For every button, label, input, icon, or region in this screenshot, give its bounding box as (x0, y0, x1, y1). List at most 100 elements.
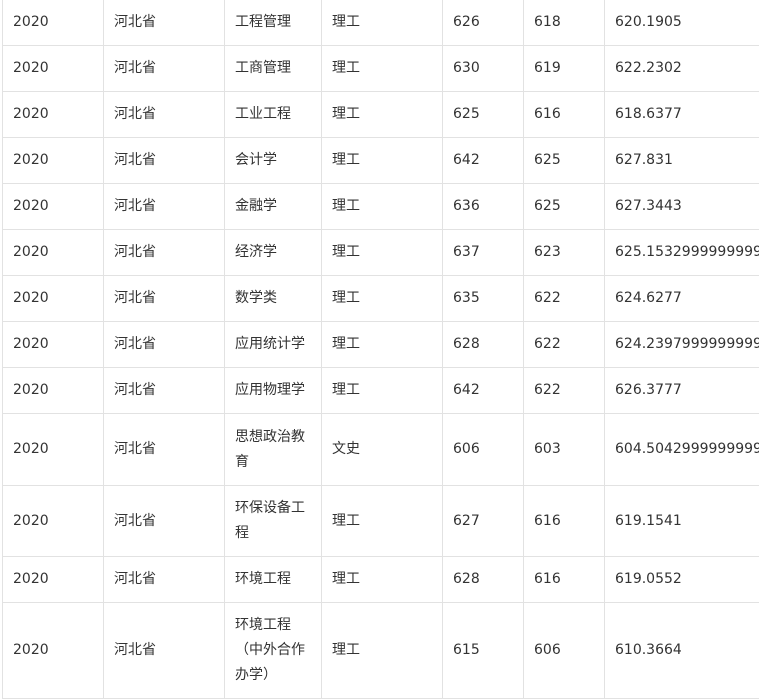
major-cell: 环保设备工程 (224, 485, 322, 557)
table-row: 2020 河北省 环境工程 理工 628 616 619.0552 (2, 556, 759, 603)
major-cell: 应用统计学 (224, 321, 322, 368)
major-cell: 环境工程 (224, 556, 322, 603)
year-cell: 2020 (2, 413, 104, 486)
province-cell: 河北省 (103, 485, 225, 557)
avg-score-cell: 619.1541 (604, 485, 759, 557)
province-cell: 河北省 (103, 367, 225, 414)
min-score-cell: 625 (523, 137, 605, 184)
category-cell: 理工 (321, 45, 443, 92)
avg-score-cell: 610.3664 (604, 602, 759, 699)
category-cell: 理工 (321, 0, 443, 46)
min-score-cell: 625 (523, 183, 605, 230)
max-score-cell: 636 (442, 183, 524, 230)
major-cell: 会计学 (224, 137, 322, 184)
min-score-cell: 606 (523, 602, 605, 699)
min-score-cell: 618 (523, 0, 605, 46)
category-cell: 理工 (321, 229, 443, 276)
min-score-cell: 616 (523, 556, 605, 603)
category-cell: 理工 (321, 137, 443, 184)
avg-score-cell: 626.3777 (604, 367, 759, 414)
province-cell: 河北省 (103, 45, 225, 92)
province-cell: 河北省 (103, 229, 225, 276)
category-cell: 理工 (321, 602, 443, 699)
category-cell: 文史 (321, 413, 443, 486)
max-score-cell: 628 (442, 556, 524, 603)
avg-score-cell: 618.6377 (604, 91, 759, 138)
year-cell: 2020 (2, 485, 104, 557)
table-row: 2020 河北省 工业工程 理工 625 616 618.6377 (2, 91, 759, 138)
min-score-cell: 622 (523, 321, 605, 368)
table-row: 2020 河北省 数学类 理工 635 622 624.6277 (2, 275, 759, 322)
avg-score-cell: 622.2302 (604, 45, 759, 92)
province-cell: 河北省 (103, 137, 225, 184)
province-cell: 河北省 (103, 91, 225, 138)
year-cell: 2020 (2, 275, 104, 322)
major-cell: 思想政治教育 (224, 413, 322, 486)
major-cell: 应用物理学 (224, 367, 322, 414)
year-cell: 2020 (2, 45, 104, 92)
table-row: 2020 河北省 环保设备工程 理工 627 616 619.1541 (2, 485, 759, 557)
avg-score-cell: 627.831 (604, 137, 759, 184)
category-cell: 理工 (321, 275, 443, 322)
major-cell: 工程管理 (224, 0, 322, 46)
province-cell: 河北省 (103, 183, 225, 230)
max-score-cell: 642 (442, 367, 524, 414)
major-cell: 环境工程（中外合作办学） (224, 602, 322, 699)
max-score-cell: 606 (442, 413, 524, 486)
max-score-cell: 635 (442, 275, 524, 322)
year-cell: 2020 (2, 137, 104, 184)
category-cell: 理工 (321, 485, 443, 557)
avg-score-cell: 624.2397999999999 (604, 321, 759, 368)
avg-score-cell: 619.0552 (604, 556, 759, 603)
table-row: 2020 河北省 环境工程（中外合作办学） 理工 615 606 610.366… (2, 602, 759, 699)
major-cell: 经济学 (224, 229, 322, 276)
max-score-cell: 625 (442, 91, 524, 138)
year-cell: 2020 (2, 229, 104, 276)
category-cell: 理工 (321, 556, 443, 603)
avg-score-cell: 620.1905 (604, 0, 759, 46)
max-score-cell: 627 (442, 485, 524, 557)
table-row: 2020 河北省 应用物理学 理工 642 622 626.3777 (2, 367, 759, 414)
major-cell: 数学类 (224, 275, 322, 322)
admission-scores-table: 2020 河北省 工程管理 理工 626 618 620.1905 2020 河… (2, 0, 759, 699)
table-row: 2020 河北省 思想政治教育 文史 606 603 604.504299999… (2, 413, 759, 486)
year-cell: 2020 (2, 183, 104, 230)
category-cell: 理工 (321, 321, 443, 368)
avg-score-cell: 624.6277 (604, 275, 759, 322)
min-score-cell: 623 (523, 229, 605, 276)
province-cell: 河北省 (103, 0, 225, 46)
min-score-cell: 622 (523, 275, 605, 322)
table-row: 2020 河北省 应用统计学 理工 628 622 624.2397999999… (2, 321, 759, 368)
max-score-cell: 628 (442, 321, 524, 368)
year-cell: 2020 (2, 556, 104, 603)
year-cell: 2020 (2, 367, 104, 414)
major-cell: 工商管理 (224, 45, 322, 92)
min-score-cell: 616 (523, 485, 605, 557)
province-cell: 河北省 (103, 602, 225, 699)
table-row: 2020 河北省 经济学 理工 637 623 625.153299999999… (2, 229, 759, 276)
table-row: 2020 河北省 工程管理 理工 626 618 620.1905 (2, 0, 759, 46)
province-cell: 河北省 (103, 321, 225, 368)
min-score-cell: 622 (523, 367, 605, 414)
min-score-cell: 616 (523, 91, 605, 138)
min-score-cell: 603 (523, 413, 605, 486)
avg-score-cell: 625.1532999999999 (604, 229, 759, 276)
year-cell: 2020 (2, 91, 104, 138)
province-cell: 河北省 (103, 413, 225, 486)
max-score-cell: 630 (442, 45, 524, 92)
max-score-cell: 637 (442, 229, 524, 276)
province-cell: 河北省 (103, 275, 225, 322)
year-cell: 2020 (2, 602, 104, 699)
min-score-cell: 619 (523, 45, 605, 92)
category-cell: 理工 (321, 183, 443, 230)
avg-score-cell: 627.3443 (604, 183, 759, 230)
year-cell: 2020 (2, 0, 104, 46)
avg-score-cell: 604.5042999999999 (604, 413, 759, 486)
table-row: 2020 河北省 工商管理 理工 630 619 622.2302 (2, 45, 759, 92)
table-row: 2020 河北省 金融学 理工 636 625 627.3443 (2, 183, 759, 230)
max-score-cell: 642 (442, 137, 524, 184)
province-cell: 河北省 (103, 556, 225, 603)
max-score-cell: 626 (442, 0, 524, 46)
major-cell: 金融学 (224, 183, 322, 230)
category-cell: 理工 (321, 367, 443, 414)
